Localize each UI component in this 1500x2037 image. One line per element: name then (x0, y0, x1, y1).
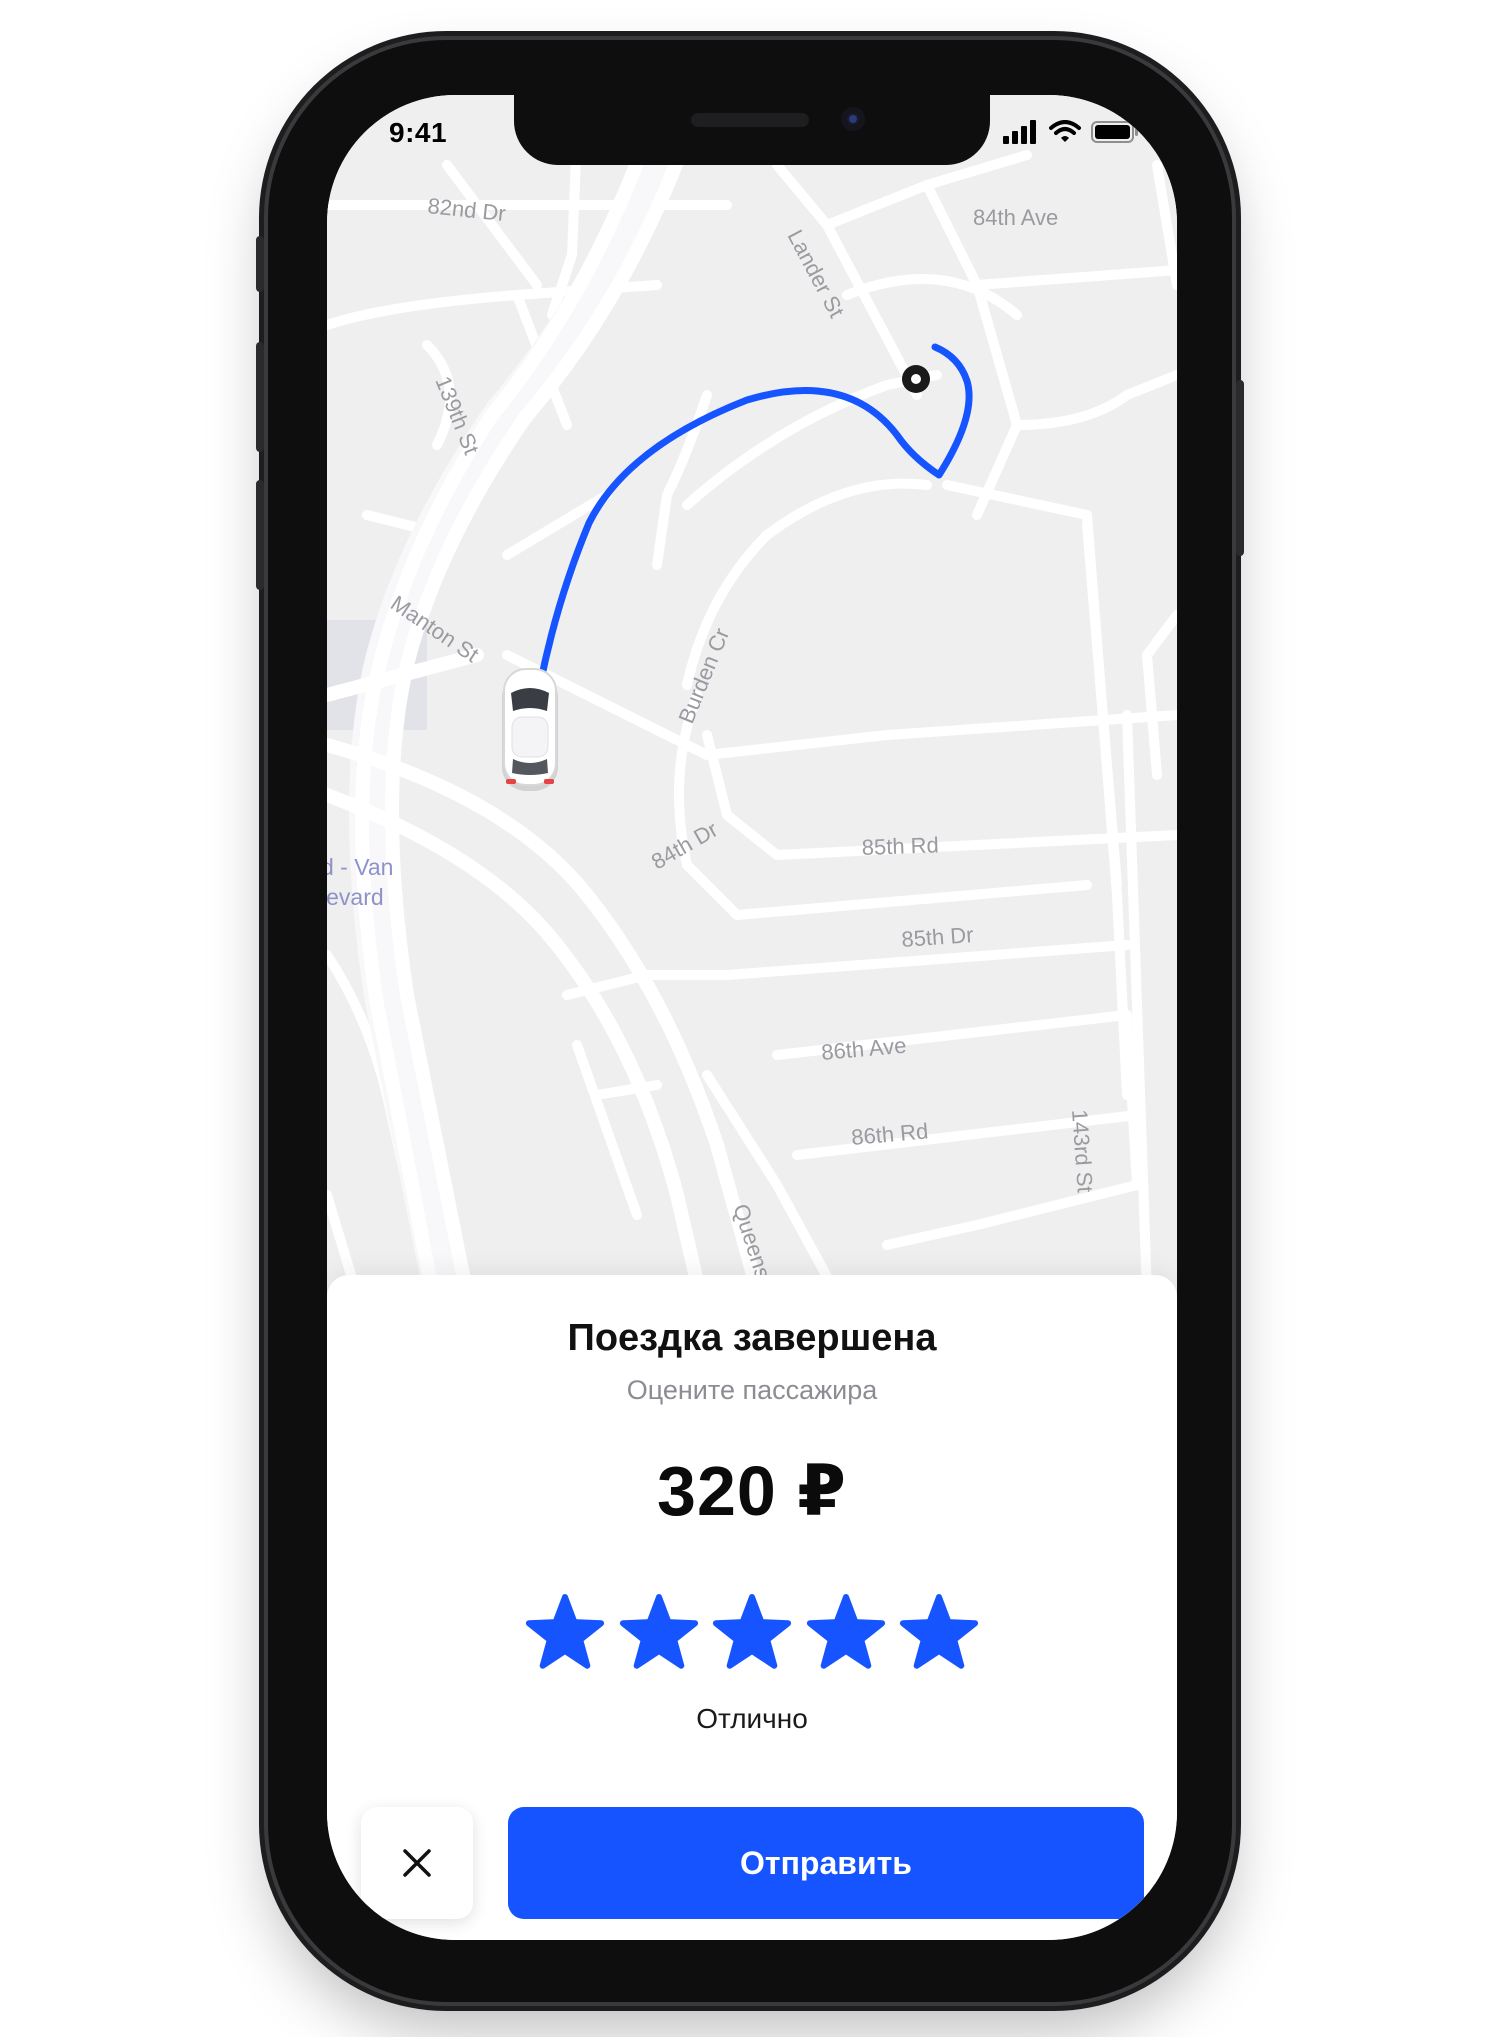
phone-screen: 9:41 82nd Dr 84th Ave Lander St 139th St… (327, 95, 1177, 1940)
power-button (1236, 380, 1244, 556)
star-icon[interactable] (525, 1593, 605, 1673)
notch (514, 95, 990, 165)
street-label: d - Van (327, 854, 393, 880)
star-icon[interactable] (899, 1593, 979, 1673)
rating-stars[interactable] (525, 1593, 979, 1673)
status-icons (1003, 119, 1139, 145)
star-icon[interactable] (619, 1593, 699, 1673)
status-time: 9:41 (389, 117, 448, 148)
street-label: 85th Dr (901, 922, 975, 952)
close-icon (403, 1849, 431, 1877)
submit-button[interactable]: Отправить (508, 1807, 1144, 1919)
destination-marker (902, 365, 930, 393)
front-camera (841, 107, 865, 131)
signal-icon (1003, 120, 1036, 144)
rating-label: Отлично (696, 1703, 808, 1734)
close-button[interactable] (361, 1807, 473, 1919)
wifi-icon (1049, 120, 1081, 142)
speaker (691, 113, 809, 127)
trip-status-title: Поездка завершена (567, 1317, 937, 1359)
rate-passenger-subtitle: Оцените пассажира (626, 1375, 878, 1405)
star-icon[interactable] (712, 1593, 792, 1673)
trip-price: 320 ₽ (657, 1452, 847, 1530)
car-icon (502, 668, 558, 791)
volume-down-button (256, 480, 264, 590)
street-label: levard (327, 884, 384, 910)
volume-up-button (256, 342, 264, 452)
battery-icon (1091, 121, 1138, 143)
street-label: 84th Ave (973, 205, 1058, 230)
street-label: 85th Rd (861, 832, 939, 860)
trip-complete-sheet: Поездка завершена Оцените пассажира 320 … (327, 1275, 1177, 1940)
silent-switch (256, 236, 264, 292)
star-icon[interactable] (806, 1593, 886, 1673)
map[interactable]: 82nd Dr 84th Ave Lander St 139th St Mant… (327, 95, 1177, 1325)
